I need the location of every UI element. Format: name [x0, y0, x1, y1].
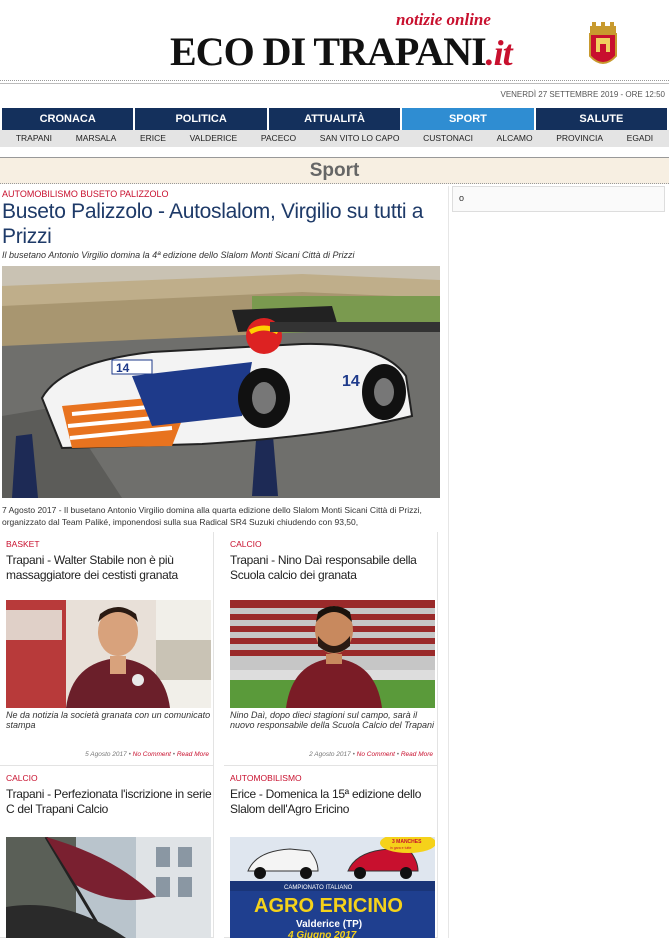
card-excerpt: Ne da notizia la società granata con un …: [6, 710, 211, 730]
article-card: CALCIO Trapani - Perfezionata l'iscrizio…: [0, 766, 214, 938]
subnav-erice[interactable]: ERICE: [140, 130, 166, 147]
current-date: VENERDÌ 27 SETTEMBRE 2019 - ORE 12:50: [500, 90, 665, 99]
main-article-category[interactable]: AUTOMOBILISMO BUSETO PALIZZOLO: [2, 189, 169, 199]
card-category[interactable]: AUTOMOBILISMO: [230, 773, 302, 783]
subnav-custonaci[interactable]: CUSTONACI: [423, 130, 473, 147]
card-image[interactable]: [6, 600, 211, 708]
nav-attualita[interactable]: ATTUALITÀ: [268, 108, 401, 130]
car-number: 14: [116, 361, 130, 375]
card-image[interactable]: 3 MANCHES in gara e tutte CAMPIONATO ITA…: [230, 837, 435, 938]
card-title[interactable]: Trapani - Walter Stabile non è più massa…: [6, 553, 212, 583]
logo-text: ECO DI TRAPANI: [170, 29, 487, 74]
logo-tagline: notizie online: [396, 10, 491, 29]
sub-nav: TRAPANI MARSALA ERICE VALDERICE PACECO S…: [0, 130, 669, 147]
main-article-title[interactable]: Buseto Palizzolo - Autoslalom, Virgilio …: [2, 199, 432, 249]
subnav-egadi[interactable]: EGADI: [627, 130, 653, 147]
sidebar-widget: o: [452, 186, 665, 212]
card-date: 5 Agosto 2017: [85, 751, 127, 758]
sidebar-bullet: o: [459, 193, 465, 203]
site-header: notizie online ECO DI TRAPANI.it: [0, 0, 669, 84]
nav-cronaca[interactable]: CRONACA: [2, 108, 134, 130]
logo-suffix: .it: [485, 33, 513, 73]
subnav-marsala[interactable]: MARSALA: [76, 130, 117, 147]
main-article-image[interactable]: 14 14: [2, 266, 440, 498]
card-image[interactable]: [230, 600, 435, 708]
subnav-paceco[interactable]: PACECO: [261, 130, 296, 147]
card-category[interactable]: BASKET: [6, 539, 40, 549]
city-crest-icon: [589, 22, 617, 64]
poster-badge-line2: in gara e tutte: [390, 846, 411, 850]
header-divider: [0, 80, 669, 84]
subnav-san-vito[interactable]: SAN VITO LO CAPO: [320, 130, 400, 147]
card-comments-link[interactable]: No Comment: [133, 751, 171, 758]
card-excerpt: Nino Daì, dopo dieci stagioni sul campo,…: [230, 710, 434, 730]
card-title[interactable]: Erice - Domenica la 15ª edizione dello S…: [230, 787, 436, 817]
article-card: AUTOMOBILISMO Erice - Domenica la 15ª ed…: [224, 766, 438, 938]
main-article-subtitle: Il busetano Antonio Virgilio domina la 4…: [2, 250, 355, 260]
nav-politica[interactable]: POLITICA: [135, 108, 267, 130]
card-category[interactable]: CALCIO: [6, 773, 38, 783]
poster-date: 4 Giugno 2017: [287, 930, 357, 938]
site-logo[interactable]: ECO DI TRAPANI.it: [170, 28, 513, 75]
article-card: CALCIO Trapani - Nino Daì responsabile d…: [224, 532, 438, 766]
card-meta: 2 Agosto 2017 • No Comment • Read More: [309, 751, 433, 758]
subnav-alcamo[interactable]: ALCAMO: [497, 130, 533, 147]
column-divider: [448, 186, 449, 938]
card-comments-link[interactable]: No Comment: [357, 751, 395, 758]
card-title[interactable]: Trapani - Nino Daì responsabile della Sc…: [230, 553, 436, 583]
nav-sport[interactable]: SPORT: [402, 108, 534, 130]
card-category[interactable]: CALCIO: [230, 539, 262, 549]
subnav-valderice[interactable]: VALDERICE: [190, 130, 238, 147]
subnav-trapani[interactable]: TRAPANI: [16, 130, 52, 147]
main-nav: CRONACA POLITICA ATTUALITÀ SPORT SALUTE: [0, 108, 669, 130]
poster-banner: CAMPIONATO ITALIANO: [284, 885, 353, 891]
card-title[interactable]: Trapani - Perfezionata l'iscrizione in s…: [6, 787, 212, 817]
subnav-provincia[interactable]: PROVINCIA: [556, 130, 603, 147]
card-read-more-link[interactable]: Read More: [401, 751, 433, 758]
poster-badge-line1: 3 MANCHES: [392, 839, 422, 845]
card-meta: 5 Agosto 2017 • No Comment • Read More: [85, 751, 209, 758]
card-image[interactable]: [6, 837, 211, 938]
card-date: 2 Agosto 2017: [309, 751, 351, 758]
section-title: Sport: [0, 157, 669, 184]
card-read-more-link[interactable]: Read More: [177, 751, 209, 758]
car-number-side: 14: [342, 373, 360, 390]
article-card: BASKET Trapani - Walter Stabile non è pi…: [0, 532, 214, 766]
poster-title: AGRO ERICINO: [254, 895, 403, 917]
poster-place: Valderice (TP): [296, 919, 362, 930]
main-article-excerpt: 7 Agosto 2017 - Il busetano Antonio Virg…: [2, 505, 422, 527]
nav-salute[interactable]: SALUTE: [535, 108, 668, 130]
